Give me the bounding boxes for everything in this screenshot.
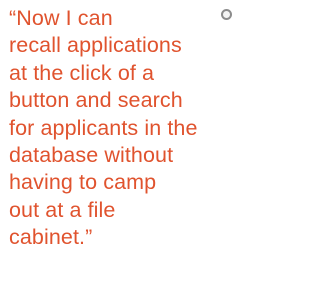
circle-icon (221, 9, 232, 20)
document-page: “Now I can recall applications at the cl… (0, 0, 245, 284)
pull-quote: “Now I can recall applications at the cl… (9, 6, 198, 250)
